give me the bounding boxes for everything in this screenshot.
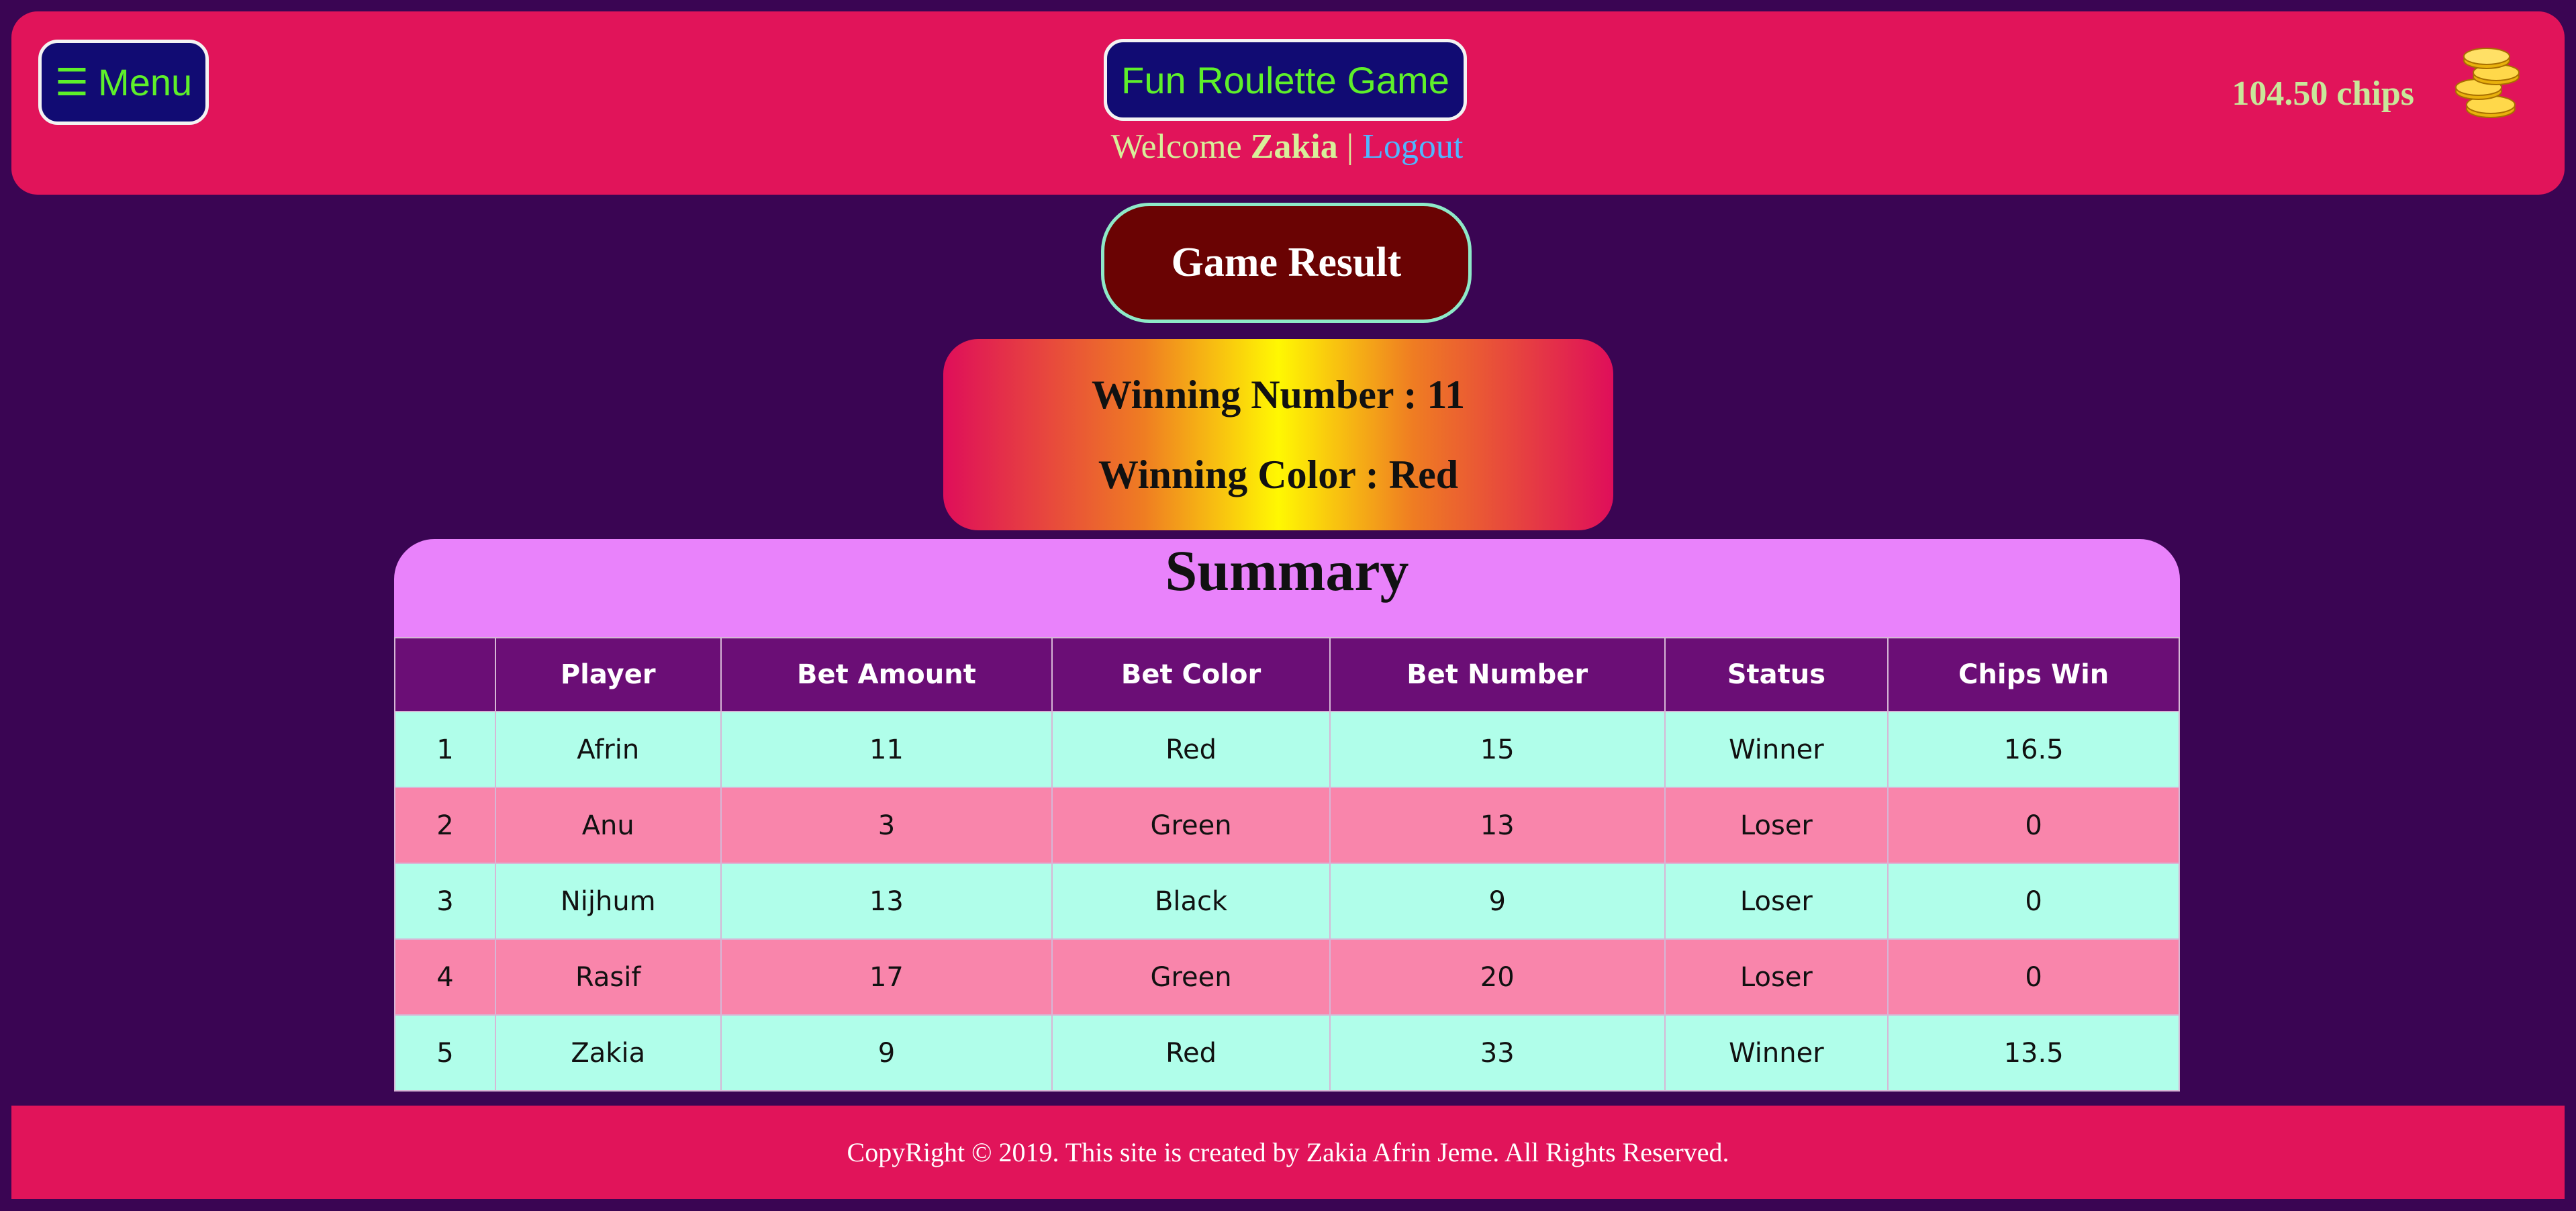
summary-title: Summary: [394, 539, 2180, 637]
hamburger-icon: ☰: [54, 60, 89, 103]
winning-color: Winning Color : Red: [1098, 452, 1459, 497]
top-header: ☰ Menu Fun Roulette Game Welcome Zakia |…: [11, 11, 2565, 195]
table-row: 3 Nijhum 13 Black 9 Loser 0: [394, 863, 2180, 940]
cell-index: 2: [394, 787, 496, 864]
table-row: 2 Anu 3 Green 13 Loser 0: [394, 787, 2180, 864]
col-header-bet-number: Bet Number: [1329, 637, 1666, 712]
chips-balance: 104.50 chips: [2232, 75, 2414, 113]
cell-bet-amount: 9: [720, 1014, 1053, 1092]
cell-status: Loser: [1664, 938, 1889, 1016]
table-row: 4 Rasif 17 Green 20 Loser 0: [394, 938, 2180, 1016]
cell-bet-color: Green: [1051, 938, 1331, 1016]
cell-index: 3: [394, 863, 496, 940]
col-header-status: Status: [1664, 637, 1889, 712]
gold-coins-icon: [2455, 48, 2520, 118]
cell-index: 1: [394, 711, 496, 788]
menu-button[interactable]: ☰ Menu: [38, 40, 209, 125]
cell-bet-amount: 11: [720, 711, 1053, 788]
cell-bet-color: Black: [1051, 863, 1331, 940]
cell-bet-number: 15: [1329, 711, 1666, 788]
cell-player: Nijhum: [494, 863, 722, 940]
cell-bet-amount: 3: [720, 787, 1053, 864]
col-header-bet-color: Bet Color: [1051, 637, 1331, 712]
table-row: 1 Afrin 11 Red 15 Winner 16.5: [394, 711, 2180, 788]
cell-bet-number: 33: [1329, 1014, 1666, 1092]
cell-bet-amount: 17: [720, 938, 1053, 1016]
col-header-index: [394, 637, 496, 712]
cell-status: Winner: [1664, 1014, 1889, 1092]
cell-chips-win: 0: [1887, 787, 2180, 864]
cell-chips-win: 0: [1887, 938, 2180, 1016]
welcome-prefix: Welcome: [1110, 128, 1242, 166]
cell-status: Loser: [1664, 787, 1889, 864]
cell-index: 4: [394, 938, 496, 1016]
table-header-row: Player Bet Amount Bet Color Bet Number S…: [394, 637, 2180, 712]
cell-player: Zakia: [494, 1014, 722, 1092]
footer: CopyRight © 2019. This site is created b…: [11, 1106, 2565, 1199]
cell-status: Loser: [1664, 863, 1889, 940]
cell-index: 5: [394, 1014, 496, 1092]
site-title[interactable]: Fun Roulette Game: [1104, 39, 1467, 121]
col-header-chips-win: Chips Win: [1887, 637, 2180, 712]
logout-link[interactable]: Logout: [1362, 128, 1463, 166]
col-header-player: Player: [494, 637, 722, 712]
cell-bet-number: 9: [1329, 863, 1666, 940]
game-result-button[interactable]: Game Result: [1101, 203, 1472, 323]
cell-chips-win: 16.5: [1887, 711, 2180, 788]
cell-bet-color: Red: [1051, 711, 1331, 788]
copyright-text: CopyRight © 2019. This site is created b…: [847, 1137, 1729, 1167]
cell-bet-color: Red: [1051, 1014, 1331, 1092]
cell-chips-win: 13.5: [1887, 1014, 2180, 1092]
cell-player: Rasif: [494, 938, 722, 1016]
welcome-line: Welcome Zakia | Logout: [951, 127, 1623, 166]
cell-player: Afrin: [494, 711, 722, 788]
cell-status: Winner: [1664, 711, 1889, 788]
summary-panel: Summary Player Bet Amount Bet Color Bet …: [394, 539, 2180, 1092]
welcome-separator: |: [1346, 128, 1354, 166]
winning-panel: Winning Number : 11 Winning Color : Red: [943, 339, 1613, 530]
table-row: 5 Zakia 9 Red 33 Winner 13.5: [394, 1014, 2180, 1092]
cell-player: Anu: [494, 787, 722, 864]
cell-bet-number: 20: [1329, 938, 1666, 1016]
cell-bet-amount: 13: [720, 863, 1053, 940]
summary-table: Player Bet Amount Bet Color Bet Number S…: [394, 637, 2180, 1092]
cell-bet-color: Green: [1051, 787, 1331, 864]
cell-chips-win: 0: [1887, 863, 2180, 940]
winning-number: Winning Number : 11: [1091, 372, 1466, 417]
username: Zakia: [1250, 128, 1338, 166]
cell-bet-number: 13: [1329, 787, 1666, 864]
col-header-bet-amount: Bet Amount: [720, 637, 1053, 712]
menu-label: Menu: [98, 61, 193, 103]
